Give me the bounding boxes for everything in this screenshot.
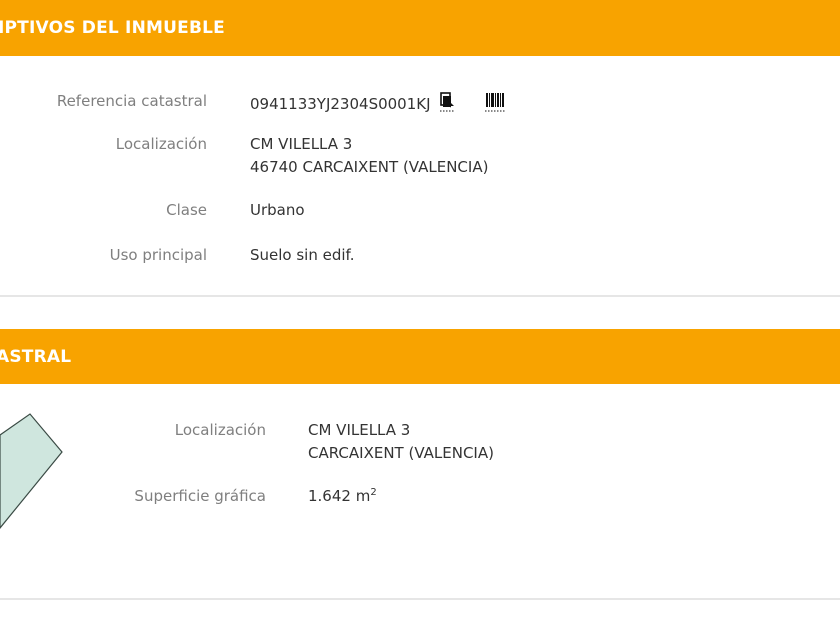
- field-label: Localización: [115, 135, 207, 153]
- address-line: CARCAIXENT (VALENCIA): [308, 444, 494, 462]
- address-line: CM VILELLA 3: [308, 421, 411, 439]
- section-title: ASTRAL: [0, 346, 72, 367]
- referencia-catastral-text[interactable]: 0941133YJ2304S0001KJ: [250, 95, 431, 113]
- address-line: 46740 CARCAIXENT (VALENCIA): [250, 158, 489, 176]
- clase-value: Urbano: [250, 201, 305, 219]
- section-title: IPTIVOS DEL INMUEBLE: [0, 18, 225, 38]
- barcode-icon[interactable]: [484, 90, 506, 119]
- uso-principal-value: Suelo sin edif.: [250, 246, 355, 264]
- divider: [0, 295, 840, 297]
- localizacion-parcela-value: CM VILELLA 3 CARCAIXENT (VALENCIA): [308, 419, 494, 465]
- field-label: Referencia catastral: [56, 92, 207, 110]
- section-header-parcela-catastral: ASTRAL: [0, 329, 840, 384]
- referencia-value: 0941133YJ2304S0001KJ: [250, 90, 506, 119]
- divider: [0, 598, 840, 600]
- address-line: CM VILELLA 3: [250, 135, 353, 153]
- field-label: Uso principal: [109, 246, 207, 264]
- page: IPTIVOS DEL INMUEBLE Referencia catastra…: [0, 0, 840, 630]
- superficie-value: 1.642 m2: [308, 485, 377, 508]
- localizacion-value: CM VILELLA 3 46740 CARCAIXENT (VALENCIA): [250, 133, 488, 179]
- field-label: Localización: [174, 421, 266, 439]
- unit-superscript: 2: [370, 487, 377, 498]
- field-label: Clase: [166, 201, 207, 219]
- superficie-number: 1.642 m: [308, 487, 371, 505]
- field-label: Superficie gráfica: [134, 487, 266, 505]
- section-header-datos-descriptivos: IPTIVOS DEL INMUEBLE: [0, 0, 840, 56]
- copy-document-icon[interactable]: [437, 90, 457, 119]
